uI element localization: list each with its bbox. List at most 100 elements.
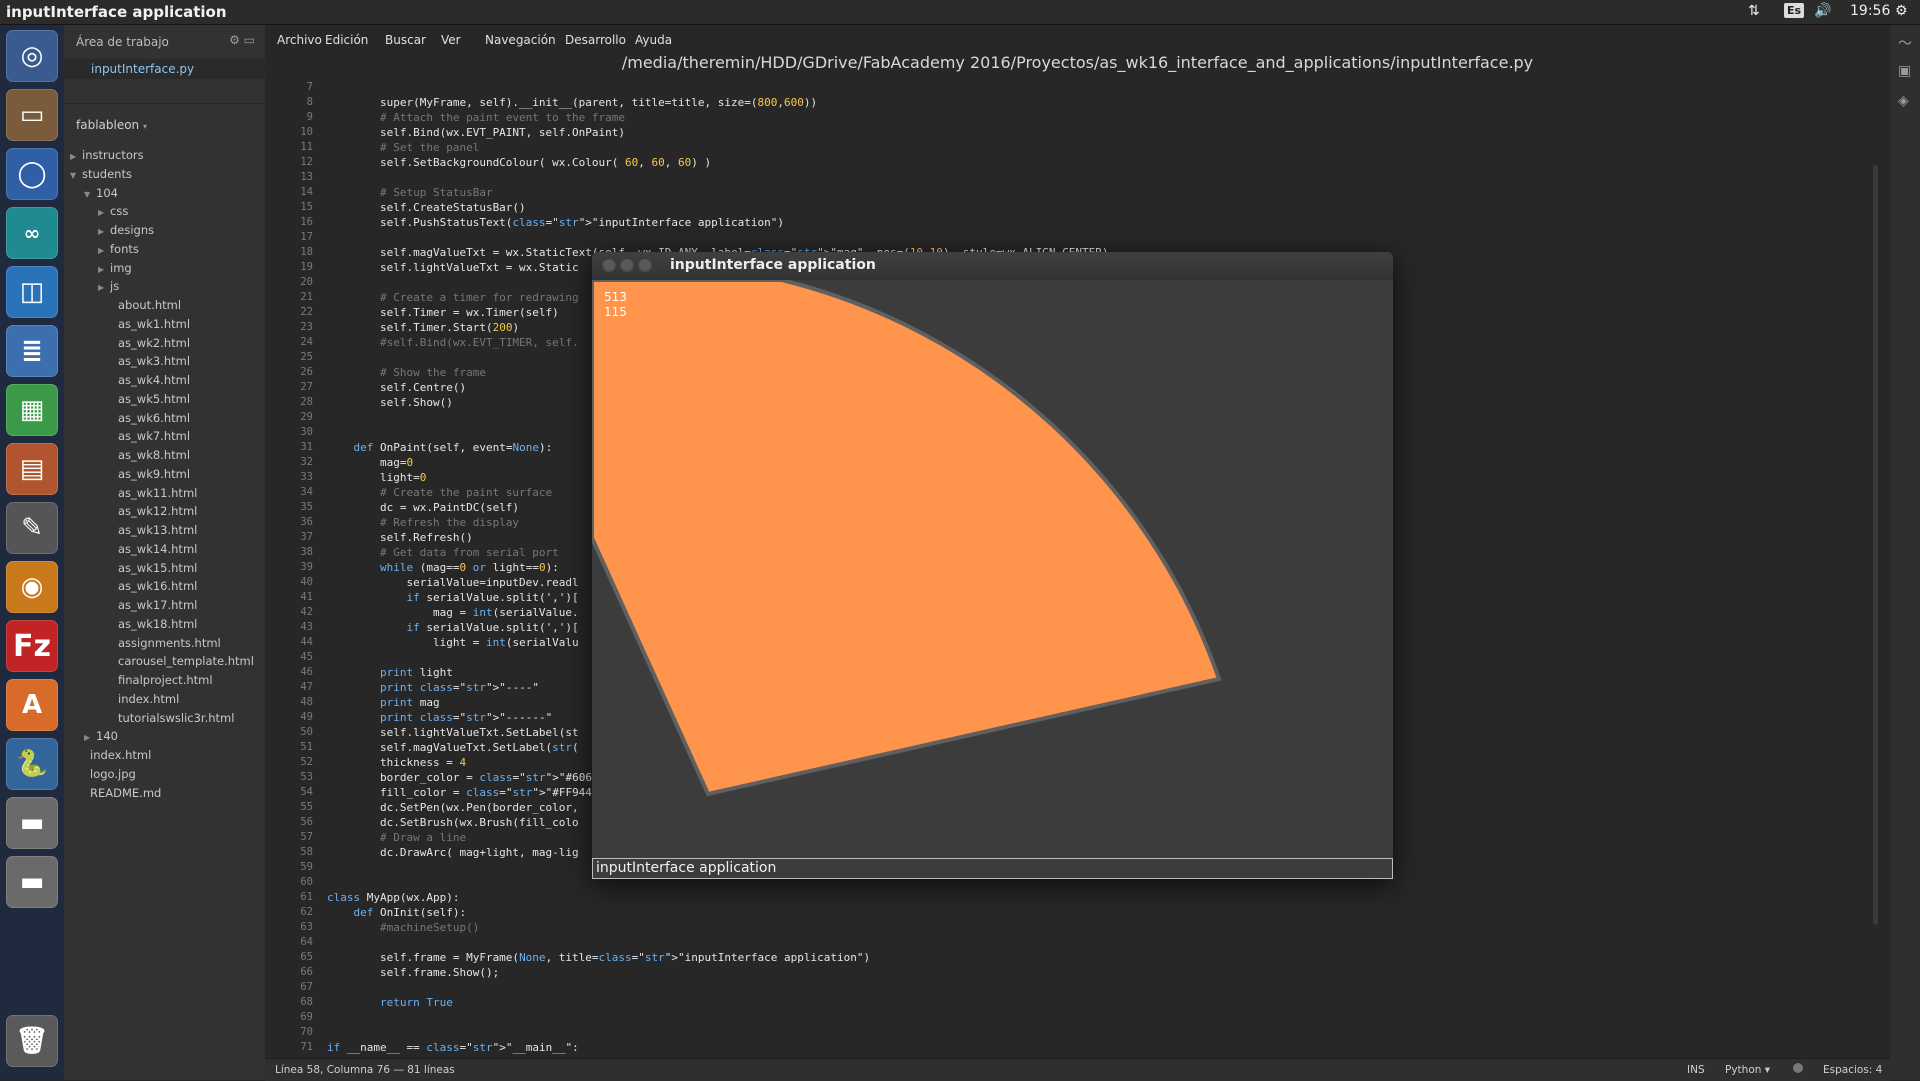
menu-desarrollo[interactable]: Desarrollo <box>565 33 626 47</box>
tree-file[interactable]: as_wk7.html <box>98 426 190 446</box>
tree-folder[interactable]: ▼ 104 <box>84 183 118 203</box>
tree-file[interactable]: index.html <box>98 689 179 709</box>
lint-status-icon[interactable] <box>1793 1063 1803 1073</box>
writer-icon[interactable]: ≣ <box>6 325 58 377</box>
clock[interactable]: 19:56 <box>1850 3 1890 19</box>
tree-label: as_wk17.html <box>118 598 198 612</box>
tree-file[interactable]: as_wk3.html <box>98 351 190 371</box>
tree-folder[interactable]: ▶ css <box>98 201 128 221</box>
trash-icon[interactable]: 🗑 <box>6 1015 58 1067</box>
menu-archivo[interactable]: Archivo <box>277 33 322 47</box>
minimize-icon[interactable] <box>620 259 634 273</box>
menu-navegación[interactable]: Navegación <box>485 33 556 47</box>
editor-scrollbar[interactable] <box>1873 165 1878 925</box>
line-number: 16 <box>300 216 313 228</box>
tree-file[interactable]: assignments.html <box>98 633 221 653</box>
tree-folder[interactable]: ▶ js <box>98 276 119 296</box>
tree-folder[interactable]: ▶ 140 <box>84 726 118 746</box>
drive-icon-2[interactable]: ▬ <box>6 856 58 908</box>
tree-file[interactable]: index.html <box>70 745 151 765</box>
tree-file[interactable]: README.md <box>70 783 161 803</box>
ubuntu-dash-icon[interactable]: ◎ <box>6 30 58 82</box>
python-icon[interactable]: 🐍 <box>6 738 58 790</box>
layers-icon[interactable]: ◈ <box>1898 93 1909 109</box>
indent-setting[interactable]: Espacios: 4 <box>1823 1064 1882 1076</box>
line-number: 56 <box>300 816 313 828</box>
tree-file[interactable]: as_wk2.html <box>98 333 190 353</box>
tree-file[interactable]: about.html <box>98 295 181 315</box>
tree-folder[interactable]: ▶ fonts <box>98 239 139 259</box>
tree-file[interactable]: as_wk15.html <box>98 558 197 578</box>
tree-file[interactable]: finalproject.html <box>98 670 213 690</box>
tree-file[interactable]: as_wk18.html <box>98 614 197 634</box>
project-selector[interactable]: fablableon ▾ <box>76 118 147 132</box>
tree-file[interactable]: as_wk12.html <box>98 501 197 521</box>
filezilla-icon[interactable]: Fz <box>6 620 58 672</box>
tree-file[interactable]: as_wk8.html <box>98 445 190 465</box>
session-gear-icon[interactable]: ⚙ <box>1895 3 1908 19</box>
editor-status-bar: Línea 58, Columna 76 — 81 líneas INS Pyt… <box>265 1058 1890 1081</box>
tree-file[interactable]: as_wk14.html <box>98 539 197 559</box>
tree-file[interactable]: tutorialswslic3r.html <box>98 708 234 728</box>
drive-icon[interactable]: ▬ <box>6 797 58 849</box>
line-number: 50 <box>300 726 313 738</box>
volume-icon[interactable]: 🔊 <box>1814 3 1831 19</box>
tree-file[interactable]: logo.jpg <box>70 764 136 784</box>
tree-file[interactable]: as_wk16.html <box>98 576 197 596</box>
calc-icon[interactable]: ▦ <box>6 384 58 436</box>
tree-label: fonts <box>110 241 139 256</box>
tree-file[interactable]: as_wk11.html <box>98 483 197 503</box>
line-number: 26 <box>300 366 313 378</box>
tree-label: assignments.html <box>118 635 221 650</box>
tree-file[interactable]: as_wk9.html <box>98 464 190 484</box>
menu-edición[interactable]: Edición <box>325 33 368 47</box>
tree-label: 140 <box>96 729 118 744</box>
tree-file[interactable]: as_wk17.html <box>98 595 197 615</box>
keyboard-layout-indicator[interactable]: Es <box>1784 3 1805 18</box>
tree-file[interactable]: as_wk1.html <box>98 314 190 334</box>
audio-app-icon[interactable]: ◉ <box>6 561 58 613</box>
line-number: 44 <box>300 636 313 648</box>
code-line: self.PushStatusText(class="str">"inputIn… <box>327 216 784 229</box>
menu-ayuda[interactable]: Ayuda <box>635 33 672 47</box>
tree-folder[interactable]: ▶ instructors <box>70 145 144 165</box>
files-icon[interactable]: ▭ <box>6 89 58 141</box>
sidebar-settings-icon[interactable]: ⚙ ▭ <box>229 33 255 47</box>
input-interface-window: inputInterface application 513 115 input… <box>592 252 1393 879</box>
chromium-icon[interactable]: ◯ <box>6 148 58 200</box>
software-center-icon[interactable]: A <box>6 679 58 731</box>
close-icon[interactable] <box>602 259 616 273</box>
menu-buscar[interactable]: Buscar <box>385 33 426 47</box>
network-icon[interactable]: ⇅ <box>1748 3 1760 19</box>
code-line: def OnInit(self): <box>353 906 467 919</box>
tree-folder[interactable]: ▼ students <box>70 164 132 184</box>
tree-label: img <box>110 260 132 275</box>
line-number: 61 <box>300 891 313 903</box>
window-titlebar[interactable]: inputInterface application <box>592 252 1393 280</box>
line-number: 9 <box>306 111 313 123</box>
tree-file[interactable]: carousel_template.html <box>98 651 254 671</box>
tree-file[interactable]: as_wk6.html <box>98 408 190 428</box>
tree-folder[interactable]: ▶ img <box>98 258 132 278</box>
insert-mode[interactable]: INS <box>1687 1064 1705 1076</box>
menu-ver[interactable]: Ver <box>441 33 461 47</box>
open-file-item[interactable]: inputInterface.py <box>64 59 265 79</box>
tree-file[interactable]: as_wk13.html <box>98 520 197 540</box>
extension-manager-icon[interactable]: ▣ <box>1898 63 1911 79</box>
impress-icon[interactable]: ▤ <box>6 443 58 495</box>
tree-label: as_wk2.html <box>118 335 191 350</box>
tree-file[interactable]: as_wk5.html <box>98 389 190 409</box>
tree-file[interactable]: as_wk4.html <box>98 370 190 390</box>
tree-folder[interactable]: ▶ designs <box>98 220 154 240</box>
arduino-icon[interactable]: ∞ <box>6 207 58 259</box>
system-settings-icon[interactable]: ✎ <box>6 502 58 554</box>
maximize-icon[interactable] <box>638 259 652 273</box>
tree-label: as_wk9.html <box>118 466 191 481</box>
live-preview-icon[interactable]: 〜 <box>1898 33 1912 53</box>
line-number: 62 <box>300 906 313 918</box>
window-status-text: inputInterface application <box>596 860 777 876</box>
code-line: if __name__ == class="str">"__main__": <box>327 1041 579 1054</box>
fritzing-icon[interactable]: ◫ <box>6 266 58 318</box>
language-selector[interactable]: Python ▾ <box>1725 1064 1770 1076</box>
tree-label: index.html <box>90 748 152 762</box>
